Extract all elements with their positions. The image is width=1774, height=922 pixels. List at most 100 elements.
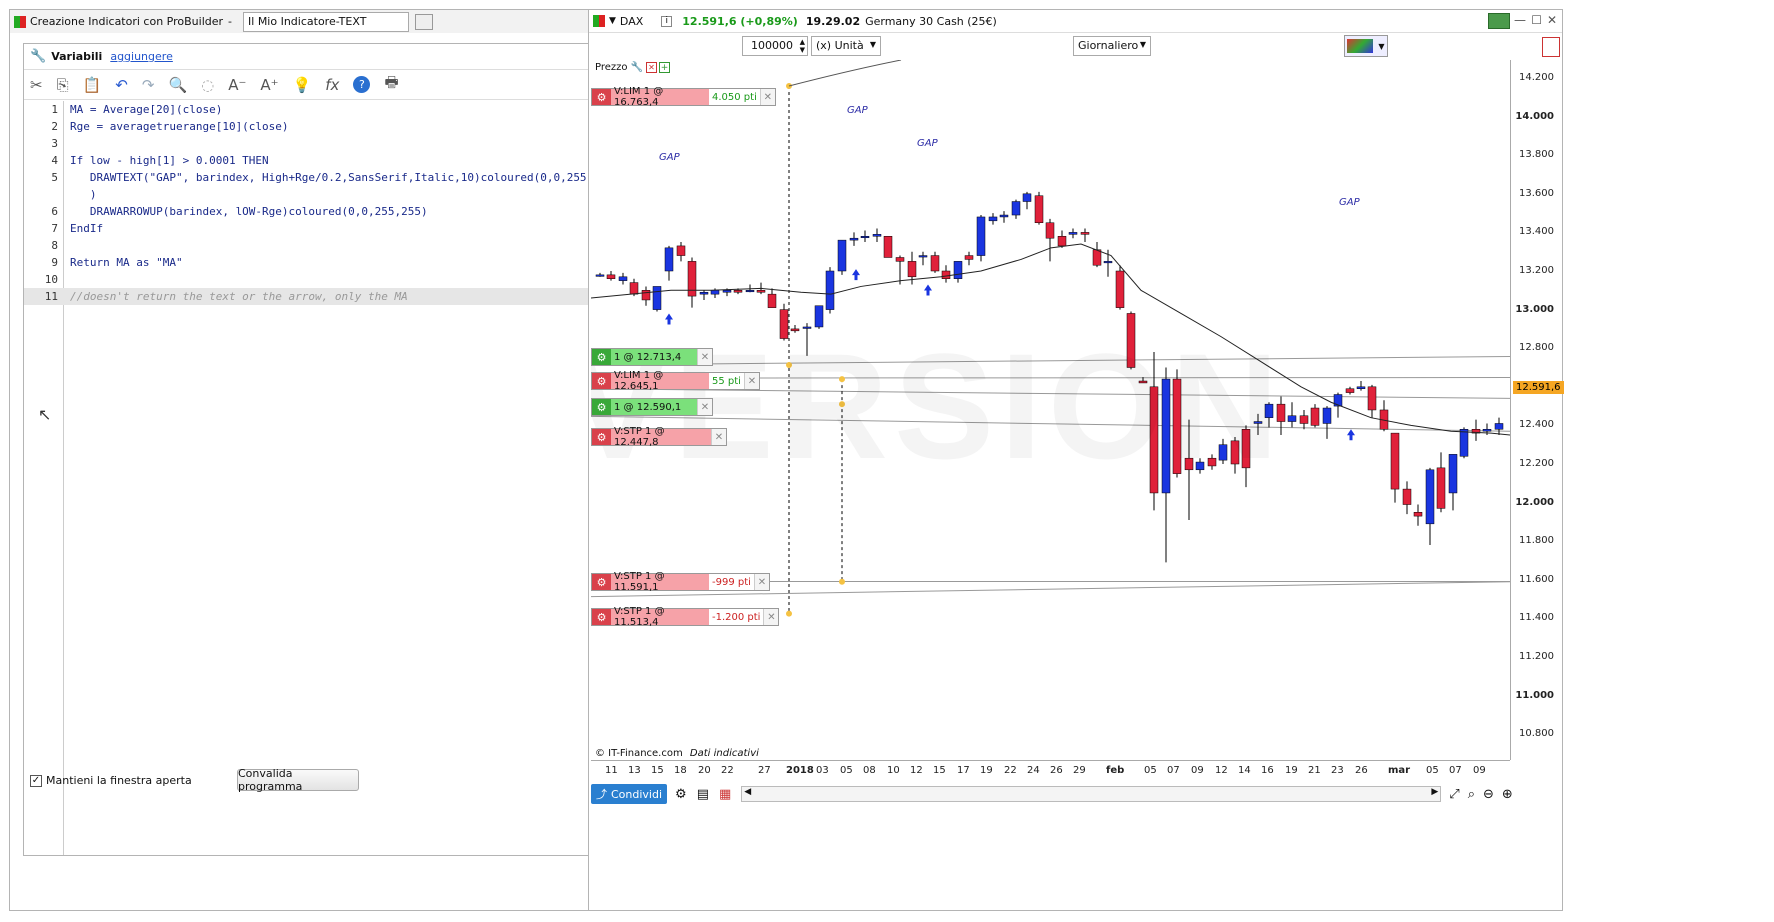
code-line[interactable]: 8 [24,237,652,254]
order-close-icon[interactable]: ✕ [697,399,712,415]
function-icon[interactable]: fx [325,76,339,94]
dropdown-arrow-icon[interactable]: ▼ [609,16,616,26]
order-settings-icon[interactable]: ⚙ [592,574,611,590]
copy-icon[interactable]: ⎘ [57,76,69,94]
remove-panel-icon[interactable]: ✕ [645,62,657,73]
price-axis[interactable]: 14.200 14.000 13.800 13.600 13.400 13.200 13.0… [1510,60,1564,760]
order-close-icon[interactable]: ✕ [711,429,726,445]
gap-label: GAP [917,138,938,149]
line-number: 7 [51,222,58,235]
code-line[interactable]: 3 [24,135,652,152]
order-label: V:STP 1 @ 11.591,1 [611,571,709,593]
paste-icon[interactable]: 📋 [83,76,102,94]
order-close-icon[interactable]: ✕ [759,89,775,105]
order-tag[interactable]: ⚙ V:STP 1 @ 12.447,8 ✕ [591,426,727,448]
date-tick-label: 07 [1167,765,1180,776]
code-line[interactable]: 7 EndIf [24,220,652,237]
unit-select[interactable]: (x) Unità ▼ [811,36,881,56]
instrument-name[interactable]: DAX [620,15,643,28]
order-settings-icon[interactable]: ⚙ [592,89,611,105]
order-settings-icon[interactable]: ⚙ [592,349,611,365]
comment-icon[interactable]: ◌ [201,76,214,94]
date-tick-label: feb [1106,765,1125,776]
time-axis[interactable]: 11 13 15 18 20 22 27 2018 03 05 08 10 12 15 17 19 22 24 26… [591,760,1510,780]
order-close-icon[interactable]: ✕ [763,609,779,625]
order-tag[interactable]: ⚙ 1 @ 12.713,4 ✕ [591,348,713,366]
order-settings-icon[interactable]: ⚙ [592,399,611,415]
zoom-out-icon[interactable]: ⊖ [1483,787,1494,802]
wrench-icon[interactable]: 🔧 [631,62,643,73]
help-circle-icon[interactable]: ? [353,76,371,93]
fit-icon[interactable]: ⤢ [1449,787,1459,802]
code-line[interactable]: ) [24,186,652,203]
date-tick-label: 23 [1331,765,1344,776]
code-line[interactable]: 6 DRAWARROWUP(barindex, lOW-Rge)coloured… [24,203,652,220]
timeframe-select[interactable]: Giornaliero ▼ [1073,36,1151,56]
print-icon[interactable]: 🖶 [384,72,398,97]
cut-icon[interactable]: ✂ [30,76,43,94]
close-icon[interactable]: ✕ [1547,13,1557,27]
date-tick-label: 21 [1308,765,1321,776]
code-line[interactable]: 9 Return MA as "MA" [24,254,652,271]
code-line[interactable]: 4 If low - high[1] > 0.0001 THEN [24,152,652,169]
stepper-icon[interactable]: ▲ ▼ [800,38,805,54]
search-icon[interactable]: 🔍 [168,76,187,94]
undo-icon[interactable]: ↶ [115,76,128,94]
price-chart[interactable]: DEMO VERSION Prezzo 🔧 ✕ + ⚙V:LIM 1 @ 16.… [591,60,1510,760]
date-tick-label: 05 [840,765,853,776]
order-tag[interactable]: ⚙ V:LIM 1 @ 16.763,4 4.050 pti ✕ [591,86,776,108]
info-icon[interactable]: i [661,15,673,27]
lightbulb-icon[interactable]: 💡 [293,76,312,94]
maximize-icon[interactable]: ☐ [1531,13,1542,27]
price-tick-label: 14.200 [1519,72,1554,83]
order-close-icon[interactable]: ✕ [697,349,712,365]
order-tag[interactable]: ⚙ 1 @ 12.590,1 ✕ [591,398,713,416]
add-variable-link[interactable]: aggiungere [110,50,173,63]
zoom-in-icon[interactable]: ⊕ [1502,787,1513,802]
share-button[interactable]: ⤴ Condividi [591,784,668,804]
help-icon[interactable] [415,13,434,30]
order-tag[interactable]: ⚙ V:LIM 1 @ 12.645,1 55 pti ✕ [591,370,760,392]
date-tick-label: 29 [1073,765,1086,776]
side-panel-icon[interactable] [1542,37,1560,57]
validate-program-button[interactable]: Convalida programma [237,767,359,793]
code-line[interactable]: 10 [24,271,652,288]
drawing-tools-icon[interactable]: ▦ [719,787,731,802]
order-tag[interactable]: ⚙ V:STP 1 @ 11.513,4 -1.200 pti ✕ [591,606,780,628]
code-area[interactable]: 1 MA = Average[20](close) 2 Rge = averagetr… [24,101,652,855]
notes-icon[interactable]: ▤ [697,787,709,802]
layout-icon[interactable] [1488,13,1510,29]
minimize-icon[interactable]: — [1514,13,1526,27]
indicator-name-input[interactable]: Il Mio Indicatore-TEXT [243,11,410,32]
keep-open-option[interactable]: ✓ Mantieni la finestra aperta [30,774,192,787]
indicators-icon[interactable]: ⚙ [675,787,687,802]
font-decrease-icon[interactable]: A⁻ [228,76,246,94]
date-tick-label: 15 [933,765,946,776]
scroll-right-icon[interactable]: ▶ [1431,787,1438,797]
date-tick-label: 12 [1215,765,1228,776]
chart-scrollbar[interactable]: ◀ ▶ [741,786,1442,802]
order-settings-icon[interactable]: ⚙ [592,429,611,445]
arrow-up-icon [852,269,860,281]
candle-body [1034,195,1044,223]
quantity-input[interactable]: 100000 ▲ ▼ [742,36,808,56]
order-settings-icon[interactable]: ⚙ [592,373,611,389]
font-increase-icon[interactable]: A⁺ [260,76,278,94]
code-line[interactable]: 1 MA = Average[20](close) [24,101,652,118]
price-tick-label: 12.400 [1519,419,1554,431]
code-line[interactable]: 5 DRAWTEXT("GAP", barindex, High+Rge/0.2… [24,169,652,186]
candle-body [767,293,777,308]
order-tag[interactable]: ⚙ V:STP 1 @ 11.591,1 -999 pti ✕ [591,571,770,593]
date-tick-label: 17 [957,765,970,776]
keep-open-checkbox[interactable]: ✓ [30,774,42,787]
chart-type-button[interactable]: ▼ [1344,35,1388,57]
code-line[interactable]: 11 //doesn't return the text or the arrow… [24,288,652,305]
order-settings-icon[interactable]: ⚙ [592,609,611,625]
order-close-icon[interactable]: ✕ [753,574,769,590]
order-close-icon[interactable]: ✕ [743,373,759,389]
add-panel-icon[interactable]: + [658,62,670,73]
scroll-left-icon[interactable]: ◀ [744,787,751,797]
code-line[interactable]: 2 Rge = averagetruerange[10](close) [24,118,652,135]
zoom-fit-icon[interactable]: ⌕ [1468,787,1475,802]
redo-icon[interactable]: ↷ [142,76,155,94]
